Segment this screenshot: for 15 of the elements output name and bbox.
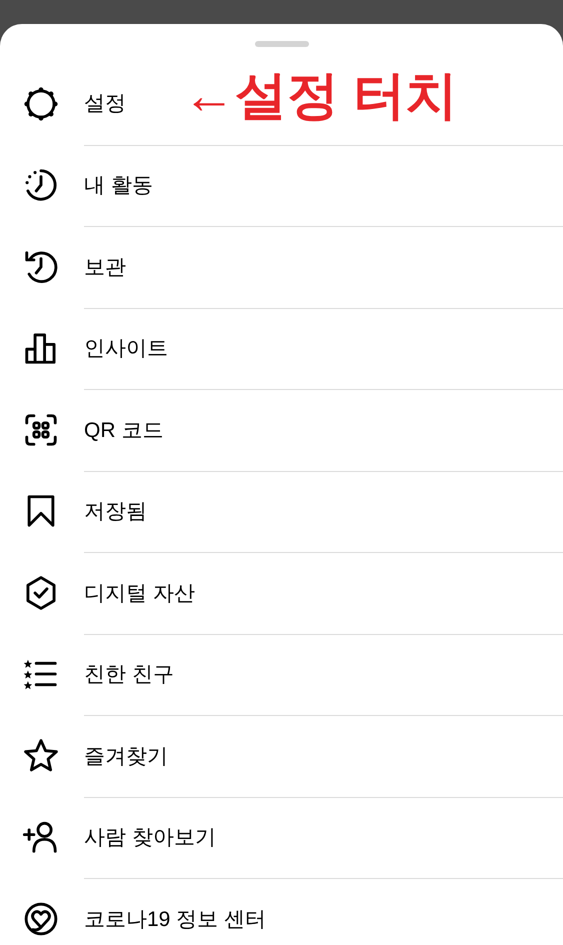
menu-item[interactable]: 내 활동 [84,170,153,202]
heart-circle-icon [22,900,60,938]
menu-item[interactable]: 인사이트 [84,333,168,364]
menu-item[interactable]: 보관 [84,252,126,283]
menu-item[interactable]: 코로나19 정보 센터 [84,904,266,935]
menu-item[interactable]: 사람 찾아보기 [84,822,216,854]
annotation-text: ←설정 터치 [183,70,458,122]
menu-item[interactable]: 설정 [84,88,126,120]
menu-item[interactable]: 친한 친구 [84,659,174,690]
drag-handle[interactable] [254,41,308,47]
menu-item[interactable]: 저장됨 [84,496,147,528]
menu-item[interactable]: 디지털 자산 [84,578,195,609]
menu-item[interactable]: QR 코드 [84,414,164,446]
gear-icon [22,84,60,123]
menu-item[interactable]: 즐겨찾기 [84,740,168,772]
